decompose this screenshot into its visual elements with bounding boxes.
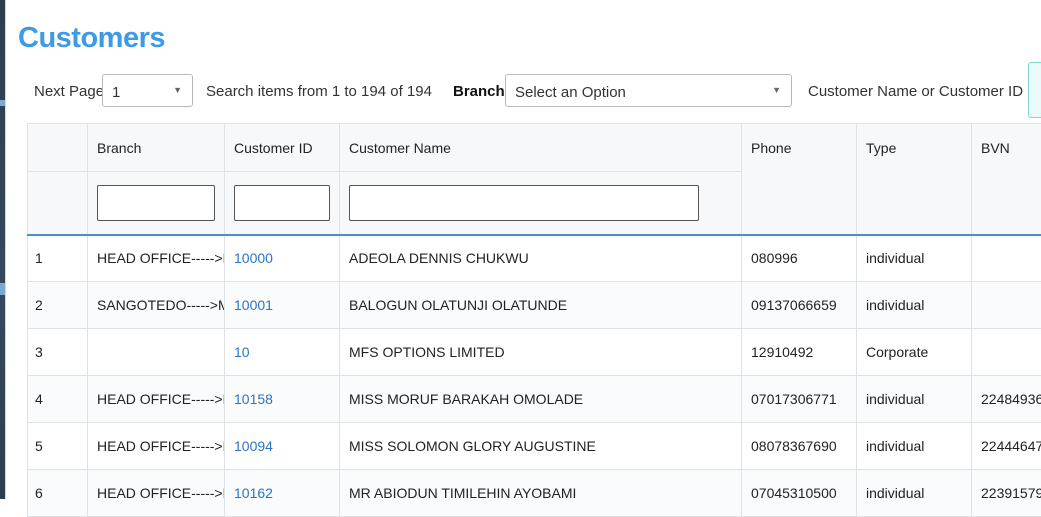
cell-customer-id[interactable]: 10162 bbox=[225, 470, 340, 517]
cell-customer-name: MR ABIODUN TIMILEHIN AYOBAMI bbox=[340, 470, 742, 517]
column-header-phone[interactable]: Phone bbox=[742, 124, 857, 235]
cell-customer-id[interactable]: 10000 bbox=[225, 235, 340, 282]
cell-phone: 08078367690 bbox=[742, 423, 857, 470]
cell-branch: HEAD OFFICE----->MI bbox=[88, 376, 225, 423]
cell-type: individual bbox=[857, 470, 972, 517]
table-row[interactable]: 6HEAD OFFICE----->MI10162MR ABIODUN TIMI… bbox=[28, 470, 1041, 517]
page-select-value: 1 bbox=[112, 84, 120, 101]
cell-bvn bbox=[972, 329, 1041, 376]
branch-select-value: Select an Option bbox=[515, 84, 626, 101]
chevron-down-icon: ▼ bbox=[772, 85, 781, 95]
customers-table: Branch Customer ID Customer Name Phone T… bbox=[27, 123, 1041, 517]
customer-search-label: Customer Name or Customer ID bbox=[808, 83, 1023, 100]
cell-customer-name: BALOGUN OLATUNJI OLATUNDE bbox=[340, 282, 742, 329]
cell-customer-id[interactable]: 10094 bbox=[225, 423, 340, 470]
cell-type: individual bbox=[857, 423, 972, 470]
customer-name-filter-input[interactable] bbox=[349, 185, 699, 221]
table-row[interactable]: 2SANGOTEDO----->MA10001BALOGUN OLATUNJI … bbox=[28, 282, 1041, 329]
filter-cell-index bbox=[28, 172, 88, 235]
branch-select[interactable]: Select an Option ▼ bbox=[505, 74, 792, 107]
cell-branch: HEAD OFFICE----->MA bbox=[88, 235, 225, 282]
column-header-branch[interactable]: Branch bbox=[88, 124, 225, 172]
column-header-customer-id[interactable]: Customer ID bbox=[225, 124, 340, 172]
cell-customer-name: ADEOLA DENNIS CHUKWU bbox=[340, 235, 742, 282]
cell-index: 4 bbox=[28, 376, 88, 423]
column-header-bvn[interactable]: BVN bbox=[972, 124, 1041, 172]
page-title: Customers bbox=[18, 22, 165, 55]
cell-bvn bbox=[972, 282, 1041, 329]
cell-type: individual bbox=[857, 282, 972, 329]
toolbar: Next Page 1 ▼ Search items from 1 to 194… bbox=[6, 72, 1041, 112]
cell-index: 5 bbox=[28, 423, 88, 470]
cell-bvn bbox=[972, 235, 1041, 282]
cell-branch: SANGOTEDO----->MA bbox=[88, 282, 225, 329]
branch-filter-input[interactable] bbox=[97, 185, 215, 221]
cell-phone: 09137066659 bbox=[742, 282, 857, 329]
cell-bvn: 22484936 bbox=[972, 376, 1041, 423]
filter-cell-customer-name bbox=[340, 172, 742, 235]
cell-phone: 080996 bbox=[742, 235, 857, 282]
cell-index: 1 bbox=[28, 235, 88, 282]
cell-customer-id[interactable]: 10158 bbox=[225, 376, 340, 423]
search-items-label: Search items from 1 to 194 of 194 bbox=[206, 83, 432, 100]
cell-customer-name: MFS OPTIONS LIMITED bbox=[340, 329, 742, 376]
table-row[interactable]: 3 10MFS OPTIONS LIMITED12910492Corporate bbox=[28, 329, 1041, 376]
column-header-index bbox=[28, 124, 88, 172]
column-header-type[interactable]: Type bbox=[857, 124, 972, 172]
page-select[interactable]: 1 ▼ bbox=[102, 74, 193, 107]
cell-type: individual bbox=[857, 376, 972, 423]
cell-index: 6 bbox=[28, 470, 88, 517]
cell-phone: 07017306771 bbox=[742, 376, 857, 423]
customer-search-input[interactable] bbox=[1028, 62, 1041, 118]
chevron-down-icon: ▼ bbox=[173, 85, 182, 95]
cell-type: Corporate bbox=[857, 329, 972, 376]
filter-cell-type bbox=[857, 172, 972, 235]
table-row[interactable]: 5HEAD OFFICE----->MA10094MISS SOLOMON GL… bbox=[28, 423, 1041, 470]
table-row[interactable]: 4HEAD OFFICE----->MI10158MISS MORUF BARA… bbox=[28, 376, 1041, 423]
filter-cell-branch bbox=[88, 172, 225, 235]
customer-id-filter-input[interactable] bbox=[234, 185, 330, 221]
cell-branch bbox=[88, 329, 225, 376]
table-header-row: Branch Customer ID Customer Name Phone T… bbox=[28, 124, 1041, 172]
table-filter-row bbox=[28, 172, 1041, 235]
cell-branch: HEAD OFFICE----->MA bbox=[88, 423, 225, 470]
filter-cell-bvn bbox=[972, 172, 1041, 235]
cell-phone: 07045310500 bbox=[742, 470, 857, 517]
cell-bvn: 22391579 bbox=[972, 470, 1041, 517]
cell-branch: HEAD OFFICE----->MI bbox=[88, 470, 225, 517]
next-page-label: Next Page bbox=[34, 83, 104, 100]
cell-bvn: 22444647 bbox=[972, 423, 1041, 470]
table-row[interactable]: 1HEAD OFFICE----->MA10000ADEOLA DENNIS C… bbox=[28, 235, 1041, 282]
cell-index: 2 bbox=[28, 282, 88, 329]
filter-cell-customer-id bbox=[225, 172, 340, 235]
cell-customer-id[interactable]: 10001 bbox=[225, 282, 340, 329]
cell-customer-name: MISS SOLOMON GLORY AUGUSTINE bbox=[340, 423, 742, 470]
cell-type: individual bbox=[857, 235, 972, 282]
cell-customer-id[interactable]: 10 bbox=[225, 329, 340, 376]
column-header-customer-name[interactable]: Customer Name bbox=[340, 124, 742, 172]
branch-label: Branch bbox=[453, 83, 505, 100]
cell-phone: 12910492 bbox=[742, 329, 857, 376]
cell-index: 3 bbox=[28, 329, 88, 376]
cell-customer-name: MISS MORUF BARAKAH OMOLADE bbox=[340, 376, 742, 423]
